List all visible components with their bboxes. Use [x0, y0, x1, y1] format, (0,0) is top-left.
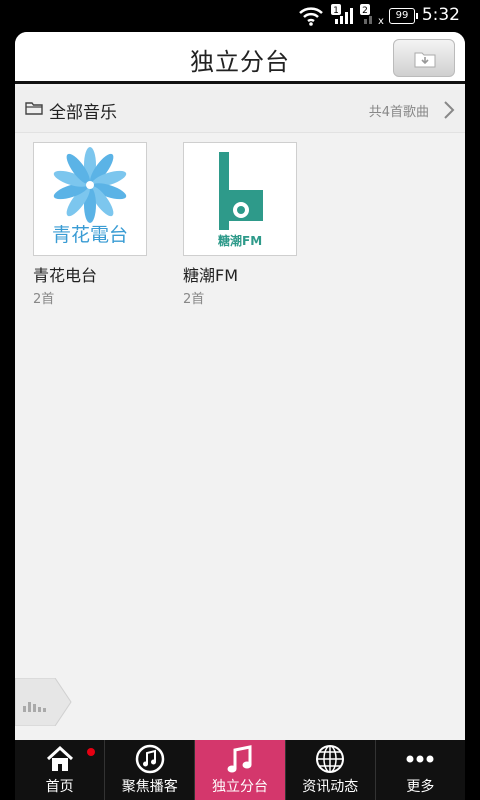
- section-label: 全部音乐: [49, 103, 117, 123]
- notification-badge: [87, 748, 95, 756]
- nav-label: 资讯动态: [302, 779, 359, 795]
- section-all-music[interactable]: 全部音乐 共4首歌曲: [15, 87, 465, 133]
- globe-icon: [316, 745, 345, 773]
- qinghua-flower-logo: [53, 147, 127, 223]
- nav-label: 首页: [45, 779, 74, 795]
- station-cover[interactable]: 糖潮FM: [183, 142, 297, 256]
- nav-independent-station[interactable]: 独立分台: [195, 740, 286, 800]
- signal-sim2-icon: 2 x: [360, 4, 384, 26]
- nav-label: 更多: [406, 779, 435, 795]
- battery-icon: 99: [389, 8, 418, 24]
- nav-label: 独立分台: [212, 779, 268, 795]
- chevron-right-icon: [444, 101, 455, 119]
- nav-label: 聚焦播客: [121, 779, 178, 795]
- app-window: 独立分台 全部音乐 共4首歌曲 青花電台 青花电台 2首 糖潮FM 糖潮FM 2…: [15, 32, 465, 740]
- status-time: 5:32: [421, 5, 460, 25]
- svg-text:x: x: [378, 16, 384, 26]
- signal-sim1-icon: 1: [331, 4, 353, 24]
- music-note-icon: [227, 745, 252, 773]
- download-folder-button[interactable]: [393, 39, 455, 77]
- cover-text: 糖潮FM: [218, 234, 263, 248]
- station-song-count: 2首: [33, 292, 55, 307]
- wifi-icon: [299, 7, 323, 26]
- title-bar: 独立分台: [15, 32, 465, 84]
- station-name: 青花电台: [33, 266, 98, 285]
- folder-download-icon: [414, 52, 436, 68]
- station-name: 糖潮FM: [183, 266, 239, 285]
- status-bar: 1 2 x 99 5:32: [0, 0, 480, 32]
- bottom-nav: 首页 聚焦播客 独立分台 资讯动态 更多: [15, 740, 465, 800]
- station-cover[interactable]: 青花電台: [33, 142, 147, 256]
- home-icon: [46, 745, 73, 771]
- nav-more[interactable]: 更多: [376, 740, 465, 800]
- svg-text:2: 2: [362, 6, 368, 16]
- station-item-qinghua[interactable]: 青花電台 青花电台 2首: [33, 142, 147, 307]
- nav-news[interactable]: 资讯动态: [286, 740, 376, 800]
- folder-icon: [25, 102, 43, 115]
- nav-podcast[interactable]: 聚焦播客: [105, 740, 196, 800]
- song-count: 共4首歌曲: [368, 105, 429, 120]
- svg-text:1: 1: [333, 6, 339, 16]
- station-song-count: 2首: [183, 292, 205, 307]
- player-pull-tab[interactable]: [15, 678, 73, 726]
- cover-text: 青花電台: [51, 224, 128, 246]
- more-dots-icon: [406, 755, 434, 763]
- nav-home[interactable]: 首页: [15, 740, 106, 800]
- station-item-tangchao[interactable]: 糖潮FM 糖潮FM 2首: [183, 142, 297, 307]
- music-note-circle-icon: [135, 744, 165, 774]
